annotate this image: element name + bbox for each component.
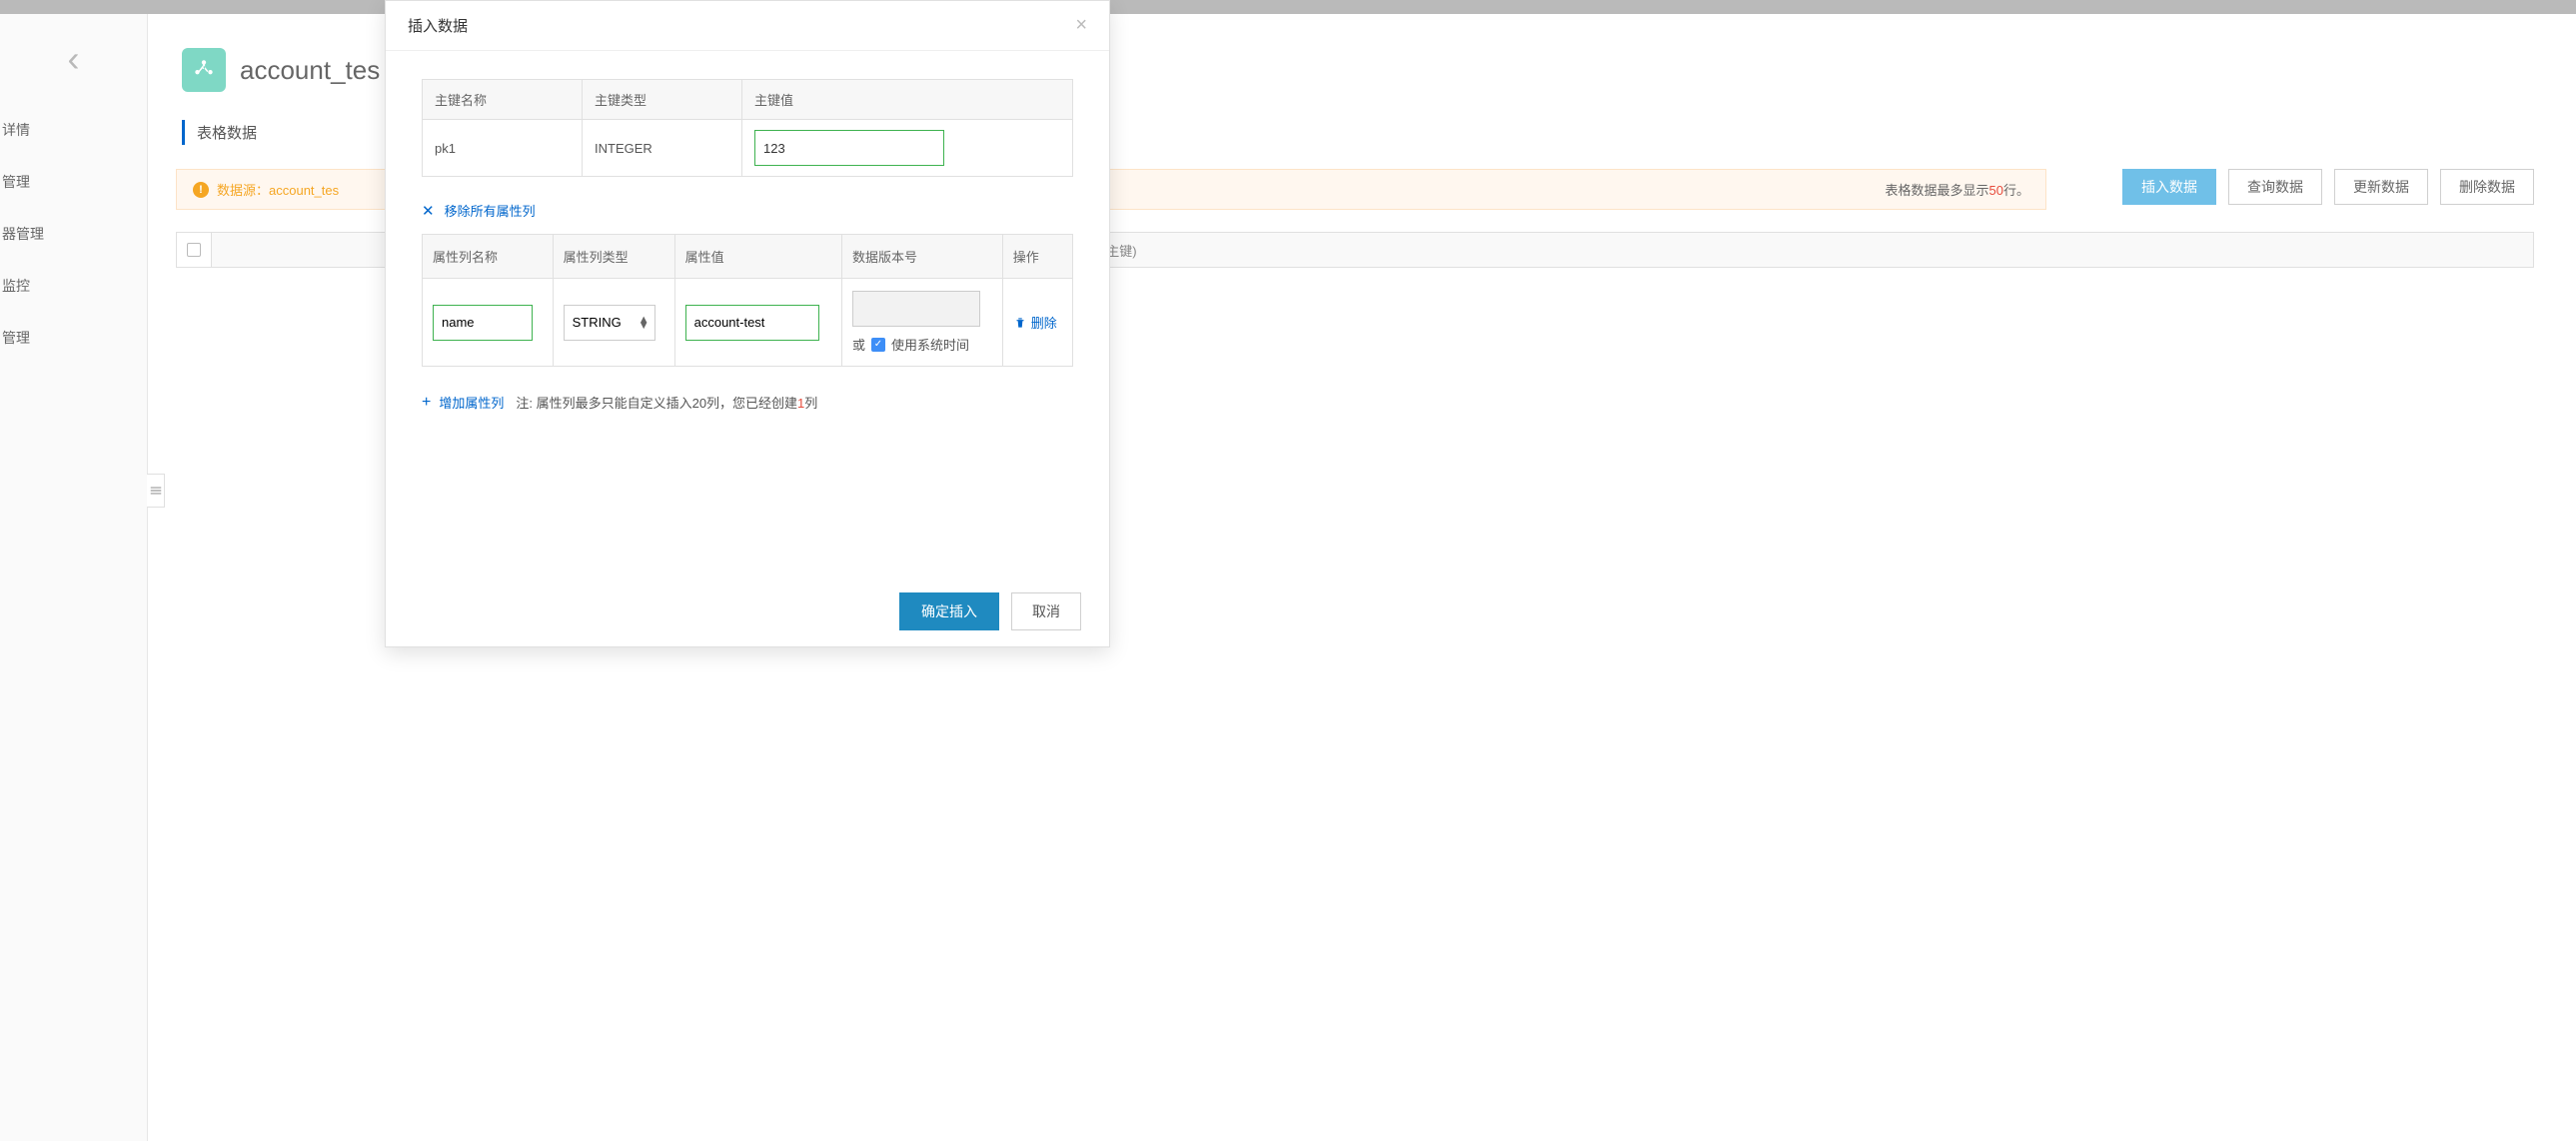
checkbox-icon xyxy=(187,243,201,257)
attribute-table: 属性列名称 属性列类型 属性值 数据版本号 操作 STRING xyxy=(422,234,1073,367)
use-system-time-checkbox[interactable] xyxy=(871,338,885,352)
insert-data-button[interactable]: 插入数据 xyxy=(2122,169,2216,205)
use-system-time-label: 使用系统时间 xyxy=(891,335,969,354)
action-buttons: 插入数据 查询数据 更新数据 删除数据 xyxy=(2122,169,2534,210)
delete-data-button[interactable]: 删除数据 xyxy=(2440,169,2534,205)
pk-value-header: 主键值 xyxy=(742,80,1073,120)
banner-left: ! 数据源：account_tes xyxy=(193,180,339,199)
or-label: 或 xyxy=(852,335,865,354)
plus-icon: + xyxy=(422,394,431,412)
attr-value-header: 属性值 xyxy=(674,235,841,279)
select-all-checkbox[interactable] xyxy=(176,232,212,268)
remove-all-label: 移除所有属性列 xyxy=(445,201,536,220)
pk-name-header: 主键名称 xyxy=(423,80,583,120)
banner-right: 表格数据最多显示50行。 xyxy=(1886,180,2030,199)
table-header-row: 属性列名称 属性列类型 属性值 数据版本号 操作 xyxy=(423,235,1073,279)
attr-version-cell: 或 使用系统时间 xyxy=(841,279,1002,367)
remove-all-attributes-link[interactable]: ✕ 移除所有属性列 xyxy=(422,201,1073,220)
attr-name-header: 属性列名称 xyxy=(423,235,554,279)
delete-row-button[interactable]: 删除 xyxy=(1013,313,1062,332)
close-icon: ✕ xyxy=(422,202,435,220)
use-system-time-row: 或 使用系统时间 xyxy=(852,335,969,354)
table-row: pk1 INTEGER xyxy=(423,120,1073,177)
pk-type-header: 主键类型 xyxy=(583,80,742,120)
chevron-left-icon: ‹ xyxy=(68,38,80,80)
modal-title: 插入数据 xyxy=(408,15,468,36)
attr-name-input[interactable] xyxy=(433,305,533,341)
sidebar-item-monitor[interactable]: 监控 xyxy=(0,260,147,312)
sidebar-item-detail[interactable]: 详情 xyxy=(0,104,147,156)
attr-type-select[interactable]: STRING xyxy=(564,305,655,341)
update-data-button[interactable]: 更新数据 xyxy=(2334,169,2428,205)
sidebar-item-manage-1[interactable]: 管理 xyxy=(0,156,147,208)
attr-value-cell xyxy=(674,279,841,367)
table-icon xyxy=(182,48,226,92)
insert-data-modal: 插入数据 × 主键名称 主键类型 主键值 pk1 INTEGER xyxy=(385,0,1110,647)
add-attribute-link[interactable]: + 增加属性列 xyxy=(422,393,504,412)
table-row: STRING ▲▼ 或 xyxy=(423,279,1073,367)
attr-op-cell: 删除 xyxy=(1002,279,1072,367)
pk-name-cell: pk1 xyxy=(423,120,583,177)
sidebar-item-manage-2[interactable]: 管理 xyxy=(0,312,147,364)
close-icon[interactable]: × xyxy=(1075,14,1087,37)
pk-type-cell: INTEGER xyxy=(583,120,742,177)
banner-source: 数据源：account_tes xyxy=(217,180,339,199)
add-attribute-note: 注: 属性列最多只能自定义插入20列，您已经创建1列 xyxy=(516,393,817,412)
table-header-row: 主键名称 主键类型 主键值 xyxy=(423,80,1073,120)
page-title: account_tes xyxy=(240,55,380,86)
attr-op-header: 操作 xyxy=(1002,235,1072,279)
pk-value-input[interactable] xyxy=(754,130,944,166)
warning-icon: ! xyxy=(193,182,209,198)
attr-type-header: 属性列类型 xyxy=(553,235,674,279)
back-button[interactable]: ‹ xyxy=(0,14,147,104)
app-root: ‹ 详情 管理 器管理 监控 管理 account_tes 表格数据 ! xyxy=(0,0,2576,1141)
cancel-button[interactable]: 取消 xyxy=(1011,592,1081,630)
attr-version-header: 数据版本号 xyxy=(841,235,1002,279)
attr-type-cell: STRING ▲▼ xyxy=(553,279,674,367)
modal-body: 主键名称 主键类型 主键值 pk1 INTEGER ✕ 移除所有属性列 xyxy=(386,51,1109,576)
left-sidebar: ‹ 详情 管理 器管理 监控 管理 xyxy=(0,14,148,1141)
attr-name-cell xyxy=(423,279,554,367)
version-input xyxy=(852,291,980,327)
trash-icon xyxy=(1013,316,1027,330)
modal-footer: 确定插入 取消 xyxy=(386,576,1109,646)
tab-table-data[interactable]: 表格数据 xyxy=(182,120,257,145)
add-attribute-row: + 增加属性列 注: 属性列最多只能自定义插入20列，您已经创建1列 xyxy=(422,393,1073,412)
confirm-insert-button[interactable]: 确定插入 xyxy=(899,592,999,630)
pk-value-cell xyxy=(742,120,1073,177)
query-data-button[interactable]: 查询数据 xyxy=(2228,169,2322,205)
primary-key-table: 主键名称 主键类型 主键值 pk1 INTEGER xyxy=(422,79,1073,177)
sidebar-item-device-manage[interactable]: 器管理 xyxy=(0,208,147,260)
modal-header: 插入数据 × xyxy=(386,1,1109,51)
attr-value-input[interactable] xyxy=(685,305,819,341)
